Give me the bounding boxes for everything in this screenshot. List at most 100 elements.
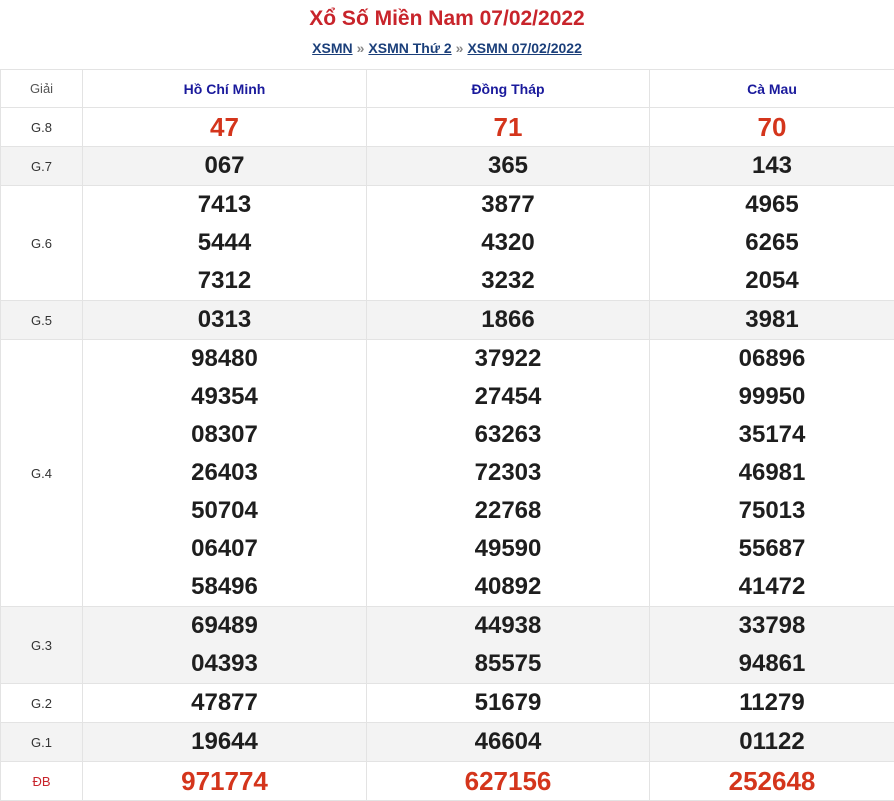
result-cell: 69489 04393 <box>82 606 367 684</box>
result-number: 22768 <box>474 497 542 524</box>
result-cell: 33798 94861 <box>649 606 894 684</box>
result-number: 971774 <box>181 766 268 796</box>
page-title: Xổ Số Miền Nam 07/02/2022 <box>309 7 585 30</box>
result-number: 35174 <box>738 421 806 448</box>
result-cell: 47 <box>82 107 367 147</box>
result-number: 6265 <box>745 229 799 256</box>
prize-column-header: Giải <box>0 69 83 108</box>
prize-label: G.2 <box>0 683 83 723</box>
result-cell: 627156 <box>366 761 650 801</box>
result-cell: 51679 <box>366 683 650 723</box>
result-number: 47877 <box>191 689 258 716</box>
result-number: 46981 <box>738 459 806 486</box>
result-number: 4965 <box>745 191 799 218</box>
table-header-row: Giải Hồ Chí Minh Đồng Tháp Cà Mau <box>0 69 894 108</box>
result-number: 63263 <box>474 421 542 448</box>
result-number: 06407 <box>191 535 258 562</box>
result-number: 69489 <box>191 612 258 639</box>
prize-label: G.5 <box>0 300 83 340</box>
result-cell: 19644 <box>82 722 367 762</box>
result-cell: 46604 <box>366 722 650 762</box>
result-number: 49590 <box>474 535 542 562</box>
result-cell: 01122 <box>649 722 894 762</box>
result-cell: 98480 49354 08307 26403 50704 06407 58496 <box>82 339 367 607</box>
prize-label: G.3 <box>0 606 83 684</box>
result-cell: 06896 99950 35174 46981 75013 55687 41472 <box>649 339 894 607</box>
page-header: Xổ Số Miền Nam 07/02/2022 XSMN» XSMN Thứ … <box>0 0 894 69</box>
result-number: 98480 <box>191 345 258 372</box>
table-row: G.8 47 71 70 <box>0 107 894 147</box>
result-number: 37922 <box>474 345 542 372</box>
result-number: 11279 <box>739 689 805 716</box>
table-row: G.2 47877 51679 11279 <box>0 683 894 723</box>
result-number: 7413 <box>197 191 252 218</box>
breadcrumb-link-xsmn-date[interactable]: XSMN 07/02/2022 <box>467 40 581 56</box>
province-header-ca-mau: Cà Mau <box>649 69 894 108</box>
breadcrumb-separator: » <box>356 40 365 56</box>
result-number: 85575 <box>474 650 542 677</box>
table-row: G.3 69489 04393 44938 85575 33798 94861 <box>0 606 894 684</box>
result-number: 7312 <box>197 267 252 294</box>
result-number: 1866 <box>481 306 535 333</box>
result-number: 252648 <box>728 766 816 796</box>
result-number: 44938 <box>474 612 542 639</box>
results-table: Giải Hồ Chí Minh Đồng Tháp Cà Mau G.8 47 7… <box>0 69 894 801</box>
result-cell: 365 <box>366 146 650 186</box>
result-number: 47 <box>210 112 239 142</box>
table-row: G.4 98480 49354 08307 26403 50704 06407 58496 37… <box>0 339 894 607</box>
result-number: 2054 <box>745 267 799 294</box>
result-cell: 47877 <box>82 683 367 723</box>
result-number: 08307 <box>191 421 258 448</box>
result-number: 27454 <box>474 383 542 410</box>
result-number: 94861 <box>738 650 806 677</box>
results-body: G.8 47 71 70 G.7 067 365 143 G.6 7413 5444 7312 3877… <box>0 107 894 801</box>
result-number: 26403 <box>191 459 258 486</box>
result-number: 3981 <box>745 306 799 333</box>
result-number: 50704 <box>191 497 258 524</box>
prize-label: ĐB <box>0 761 83 801</box>
result-number: 06896 <box>738 345 806 372</box>
result-number: 4320 <box>481 229 535 256</box>
breadcrumb-link-xsmn[interactable]: XSMN <box>312 40 352 56</box>
result-cell: 3877 4320 3232 <box>366 185 650 301</box>
table-row: G.1 19644 46604 01122 <box>0 722 894 762</box>
result-number: 3877 <box>481 191 535 218</box>
prize-label: G.4 <box>0 339 83 607</box>
result-cell: 11279 <box>649 683 894 723</box>
result-number: 0313 <box>197 306 252 333</box>
table-row: G.6 7413 5444 7312 3877 4320 3232 4965 6265 2054 <box>0 185 894 301</box>
result-cell: 4965 6265 2054 <box>649 185 894 301</box>
province-header-ho-chi-minh: Hồ Chí Minh <box>82 69 367 108</box>
result-cell: 252648 <box>649 761 894 801</box>
table-row: G.5 0313 1866 3981 <box>0 300 894 340</box>
result-number: 143 <box>751 152 793 179</box>
result-cell: 067 <box>82 146 367 186</box>
result-cell: 7413 5444 7312 <box>82 185 367 301</box>
result-number: 33798 <box>738 612 806 639</box>
result-number: 04393 <box>191 650 258 677</box>
result-number: 5444 <box>197 229 252 256</box>
result-number: 49354 <box>191 383 258 410</box>
result-number: 627156 <box>464 766 552 796</box>
prize-label: G.1 <box>0 722 83 762</box>
result-number: 19644 <box>191 728 258 755</box>
table-row: G.7 067 365 143 <box>0 146 894 186</box>
result-number: 71 <box>493 112 523 142</box>
result-number: 365 <box>487 152 529 179</box>
result-number: 40892 <box>474 573 542 600</box>
result-cell: 37922 27454 63263 72303 22768 49590 40892 <box>366 339 650 607</box>
breadcrumb-link-xsmn-thu-2[interactable]: XSMN Thứ 2 <box>368 40 451 56</box>
result-number: 70 <box>757 112 787 142</box>
result-number: 01122 <box>739 728 805 755</box>
breadcrumb: XSMN» XSMN Thứ 2» XSMN 07/02/2022 <box>0 40 894 56</box>
province-header-dong-thap: Đồng Tháp <box>366 69 650 108</box>
prize-label: G.7 <box>0 146 83 186</box>
prize-label: G.6 <box>0 185 83 301</box>
result-cell: 70 <box>649 107 894 147</box>
result-number: 75013 <box>738 497 806 524</box>
result-number: 3232 <box>481 267 535 294</box>
table-row: ĐB 971774 627156 252648 <box>0 761 894 801</box>
result-number: 99950 <box>738 383 806 410</box>
result-number: 58496 <box>191 573 258 600</box>
result-number: 41472 <box>738 573 806 600</box>
